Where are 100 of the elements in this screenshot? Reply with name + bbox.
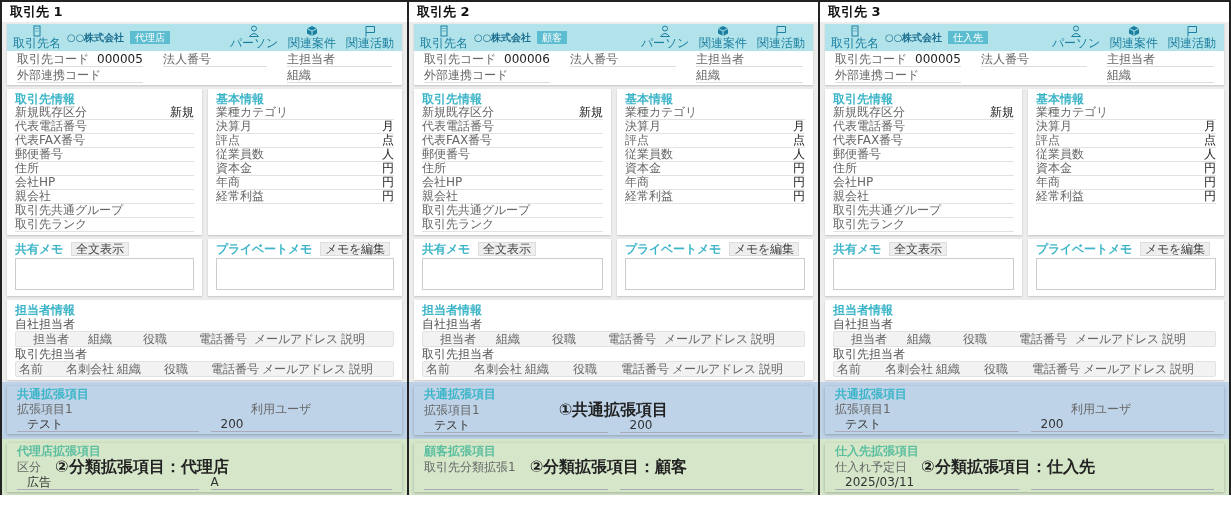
building-icon [31, 25, 43, 38]
action-button[interactable]: 関連案件 [1108, 25, 1160, 51]
memo-field[interactable] [1035, 258, 1216, 291]
section-title: 代理店拡張項目 [17, 444, 101, 459]
column-header: 電話番号 [1031, 362, 1080, 377]
table-title: 自社担当者 [15, 317, 76, 332]
action-button[interactable]: 関連活動 [1166, 25, 1218, 51]
action-button[interactable]: 関連案件 [286, 25, 338, 51]
panel-title: 取引先 1 [10, 4, 63, 19]
column-header: 役職 [551, 332, 577, 347]
field-label: 年商 [1035, 176, 1060, 190]
field-value: 新規 [578, 106, 603, 120]
field-value: 円 [382, 190, 394, 204]
field-value: テスト [844, 417, 881, 432]
field-label: 組織 [696, 68, 721, 83]
section-title: 共有メモ [833, 242, 881, 257]
action-button[interactable]: パーソン [228, 25, 280, 51]
column-header: 組織 [524, 362, 550, 377]
field-label: 外部連携コード [17, 68, 101, 83]
field-label: 従業員数 [624, 148, 673, 162]
column-header: 役職 [142, 332, 169, 347]
flag-icon [775, 25, 787, 37]
memo-field[interactable] [215, 258, 394, 291]
field-label: 取引先ランク [15, 218, 87, 232]
company-name: ○○株式会社 [67, 30, 125, 45]
section-title: 取引先情報 [15, 92, 75, 107]
section-title: 顧客拡張項目 [424, 444, 497, 459]
entity-label: 取引先名 [420, 37, 468, 50]
memo-button[interactable]: 全文表示 [478, 242, 536, 257]
field-label: 新規既存区分 [422, 106, 494, 120]
action-button[interactable]: パーソン [639, 25, 691, 51]
field-label: 法人番号 [162, 52, 211, 67]
field-value: 月 [382, 120, 394, 134]
field-value: 円 [793, 190, 805, 204]
field-label: 年商 [215, 176, 240, 190]
column-header: 説明 [339, 332, 366, 347]
field-label: 親会社 [422, 190, 458, 204]
action-button[interactable]: パーソン [1050, 25, 1102, 51]
field-label: 取引先共通グループ [15, 204, 123, 218]
section-title: 担当者情報 [833, 303, 894, 318]
memo-field[interactable] [624, 258, 805, 291]
field-value: 円 [382, 162, 394, 176]
field-value: 人 [793, 148, 805, 162]
field-label: 仕入れ予定日 [835, 458, 907, 476]
column-header: 説明 [758, 362, 784, 377]
column-header: 役職 [163, 362, 189, 377]
memo-field[interactable] [833, 258, 1014, 291]
field-label: 取引先コード [17, 52, 89, 67]
field-value: 新規 [989, 106, 1014, 120]
memo-button[interactable]: 全文表示 [71, 242, 129, 257]
action-button[interactable]: 関連活動 [344, 25, 396, 51]
field-label: 会社HP [422, 176, 463, 190]
field-value: 200 [1039, 417, 1064, 432]
section-title: 基本情報 [624, 92, 674, 107]
section-title: 共有メモ [422, 242, 470, 257]
field-label: 代表FAX番号 [15, 134, 86, 148]
building-icon [438, 25, 450, 38]
field-value: A [210, 475, 219, 490]
field-label: 業種カテゴリ [1035, 106, 1108, 120]
memo-button[interactable]: メモを編集 [1139, 242, 1210, 257]
field-value: 点 [1204, 134, 1216, 148]
memo-field[interactable] [422, 258, 603, 291]
field-label: 代表電話番号 [15, 120, 87, 134]
memo-button[interactable]: メモを編集 [319, 242, 390, 257]
field-label: 評点 [1035, 134, 1060, 148]
company-name: ○○株式会社 [474, 30, 532, 45]
category-badge: 顧客 [537, 31, 568, 45]
field-label: 取引先ランク [422, 218, 494, 232]
person-icon [659, 25, 671, 37]
section-title: プライベートメモ [624, 242, 721, 257]
callout-text: ②分類拡張項目：顧客 [529, 458, 688, 477]
field-label: 年商 [624, 176, 649, 190]
memo-field[interactable] [15, 258, 194, 291]
field-label: 代表FAX番号 [422, 134, 493, 148]
memo-button[interactable]: 全文表示 [889, 242, 947, 257]
section-title: 仕入先拡張項目 [835, 444, 920, 459]
field-label: 評点 [215, 134, 240, 148]
field-value: 人 [1204, 148, 1216, 162]
field-value: 点 [382, 134, 394, 148]
field-label: 郵便番号 [15, 148, 63, 162]
flag-icon [364, 25, 376, 37]
callout-text: ②分類拡張項目：仕入先 [921, 458, 1095, 477]
field-label: 利用ユーザ [249, 401, 312, 419]
field-value: 000006 [504, 52, 550, 67]
action-button[interactable]: 関連活動 [755, 25, 807, 51]
field-label: 住所 [422, 162, 446, 176]
field-label: 従業員数 [1035, 148, 1084, 162]
column-header: 説明 [1169, 362, 1195, 377]
memo-button[interactable]: メモを編集 [728, 242, 799, 257]
field-label: 住所 [15, 162, 39, 176]
column-header: 組織 [116, 362, 142, 377]
callout-text: ①共通拡張項目 [558, 401, 669, 420]
field-label: 会社HP [15, 176, 56, 190]
field-label: 住所 [833, 162, 857, 176]
action-button[interactable]: 関連案件 [697, 25, 749, 51]
table-title: 取引先担当者 [422, 347, 495, 362]
column-header: 名前 [18, 362, 44, 377]
building-icon [849, 25, 861, 38]
field-label: 親会社 [833, 190, 869, 204]
field-value: 新規 [169, 106, 194, 120]
